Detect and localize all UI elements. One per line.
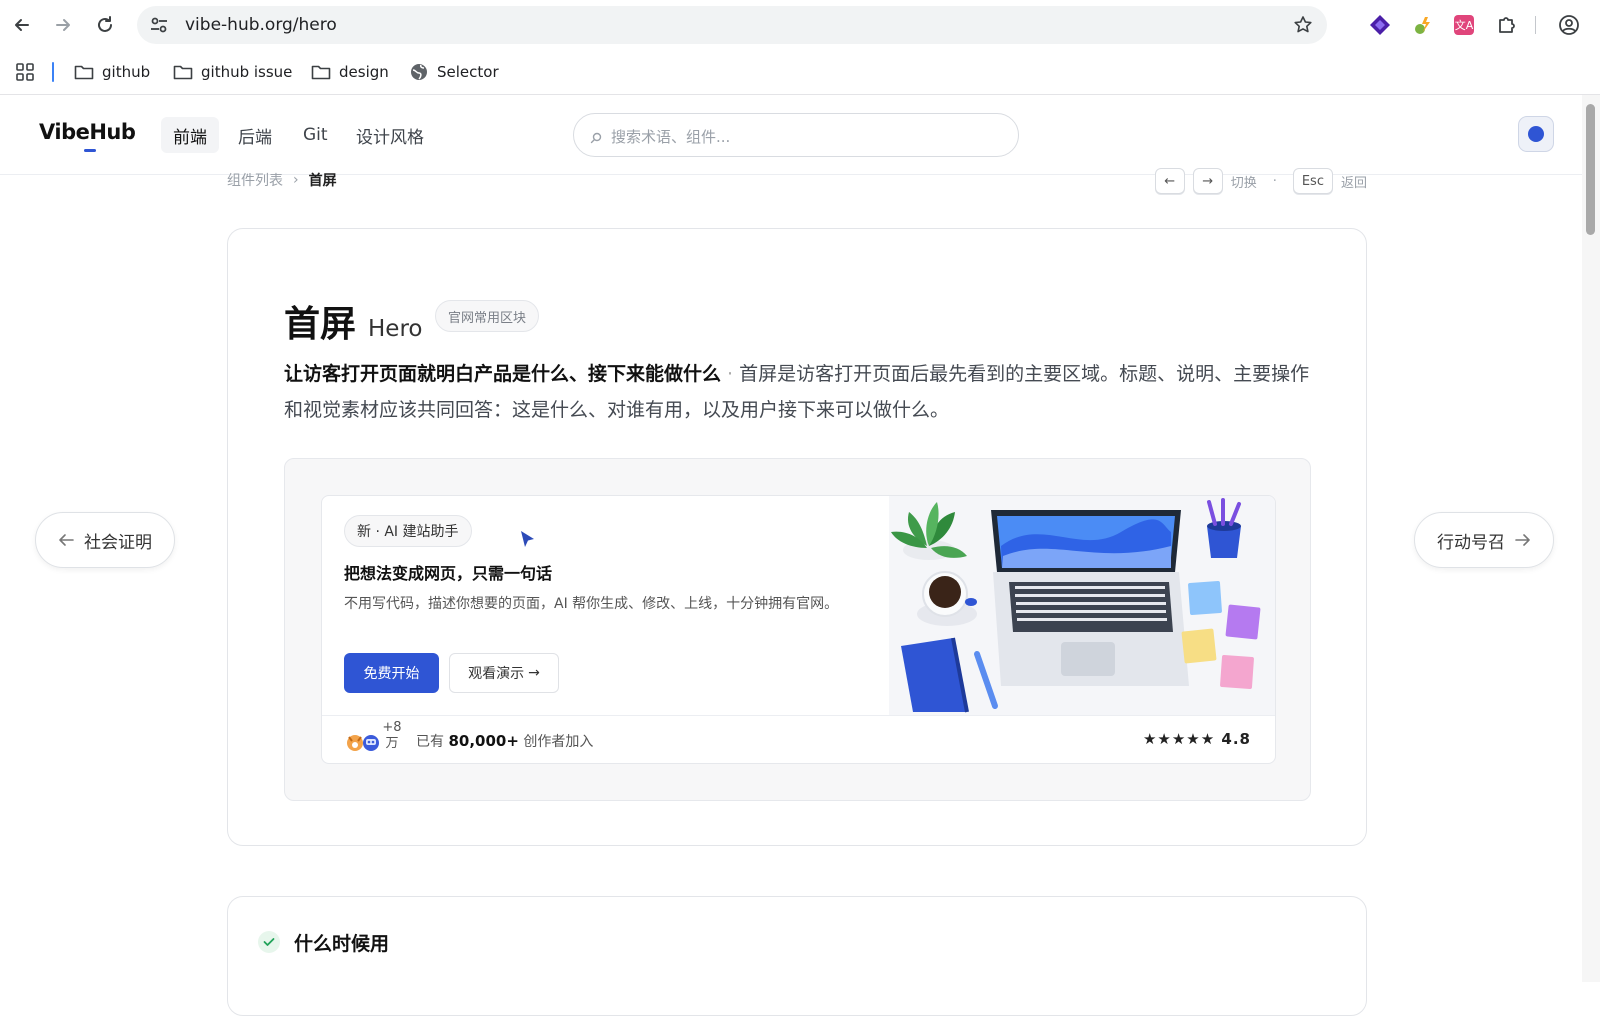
bookmark-github[interactable]: github: [74, 59, 150, 85]
breadcrumb-parent[interactable]: 组件列表: [227, 170, 283, 190]
arrow-left-icon: [59, 534, 74, 546]
logo-underline: [84, 149, 96, 152]
globe-icon: [411, 64, 427, 80]
check-icon: [258, 931, 280, 953]
join-count-text: 已有 80,000+ 创作者加入: [416, 731, 593, 751]
back-label: 返回: [1340, 175, 1367, 191]
nav-design-style[interactable]: 设计风格: [344, 117, 436, 153]
avatar-overflow-count: +8万: [382, 720, 402, 751]
watch-demo-label: 观看演示: [468, 666, 525, 682]
hero-illustration: [889, 496, 1275, 715]
mouse-cursor-icon: [521, 531, 534, 547]
desk-illustration-icon: [891, 498, 1261, 713]
breadcrumb: 组件列表 › 首屏: [227, 170, 337, 190]
join-prefix: 已有: [416, 734, 444, 750]
svg-text:文A: 文A: [1455, 18, 1474, 32]
reload-icon: [98, 16, 112, 32]
nav-git[interactable]: Git: [291, 117, 340, 153]
hero-mockup-text: 新 · AI 建站助手 把想法变成网页，只需一句话 不用写代码，描述你想要的页面…: [322, 496, 889, 715]
folder-icon: [173, 65, 193, 80]
bookmark-label: Selector: [437, 63, 499, 81]
next-component-button[interactable]: 行动号召: [1414, 512, 1554, 568]
search-placeholder: 搜索术语、组件...: [611, 128, 731, 146]
keyboard-hints: ← → 切换 · Esc 返回: [1154, 168, 1367, 194]
hero-headline: 把想法变成网页，只需一句话: [344, 564, 553, 583]
prev-component-button[interactable]: 社会证明: [35, 512, 175, 568]
bookmark-github-issue[interactable]: github issue: [173, 59, 292, 85]
nav-frontend[interactable]: 前端: [161, 117, 219, 153]
bookmark-label: github: [102, 63, 151, 81]
folder-icon: [311, 65, 331, 80]
site-logo[interactable]: VibeHub: [39, 120, 136, 144]
extension-translate-icon[interactable]: 文A: [1451, 12, 1477, 38]
arrow-left-icon: [15, 19, 29, 31]
section-title: 什么时候用: [294, 933, 390, 955]
next-component-label: 行动号召: [1437, 532, 1505, 553]
page-title-en: Hero: [368, 316, 423, 342]
lead-separator: ·: [727, 363, 734, 385]
bookmarks-divider: [52, 62, 54, 82]
kbd-next[interactable]: →: [1192, 168, 1223, 194]
search-icon: [590, 129, 602, 148]
hero-subtext: 不用写代码，描述你想要的页面，AI 帮你生成、修改、上线，十分钟拥有官网。: [344, 596, 839, 612]
reload-button[interactable]: [93, 13, 117, 37]
bookmarks-bar: github github issue design Selector: [0, 50, 1600, 94]
bookmark-selector[interactable]: Selector: [409, 59, 499, 85]
page-title-zh: 首屏: [284, 304, 357, 345]
address-bar[interactable]: vibe-hub.org/hero: [137, 6, 1327, 44]
social-proof-strip: +8万 已有 80,000+ 创作者加入 ★★★★★ 4.8: [322, 715, 1275, 763]
extension-diamond-icon[interactable]: [1367, 12, 1393, 38]
free-start-button[interactable]: 免费开始: [344, 653, 439, 693]
category-tag: 官网常用区块: [435, 300, 540, 332]
prev-component-label: 社会证明: [84, 532, 152, 553]
breadcrumb-chevron-icon: ›: [293, 172, 299, 188]
apps-grid-icon[interactable]: [15, 59, 35, 85]
arrow-right-icon: [56, 19, 70, 31]
forward-button[interactable]: [51, 13, 75, 37]
toolbar-divider: [1535, 16, 1536, 34]
extensions-puzzle-icon[interactable]: [1494, 12, 1520, 38]
folder-icon: [74, 65, 94, 80]
rating: ★★★★★ 4.8: [1143, 730, 1251, 748]
bookmark-design[interactable]: design: [311, 59, 389, 85]
scrollbar-thumb[interactable]: [1586, 104, 1595, 235]
extension-bolt-icon[interactable]: [1410, 12, 1436, 38]
announcement-pill[interactable]: 新 · AI 建站助手: [344, 515, 472, 547]
url-text[interactable]: vibe-hub.org/hero: [185, 15, 337, 35]
site-header: VibeHub 前端 后端 Git 设计风格 搜索术语、组件...: [0, 95, 1582, 175]
search-input[interactable]: 搜索术语、组件...: [573, 113, 1019, 157]
bookmark-label: design: [339, 63, 389, 81]
join-suffix: 创作者加入: [523, 734, 594, 750]
nav-backend[interactable]: 后端: [226, 117, 284, 153]
back-button[interactable]: [10, 13, 34, 37]
rating-value: 4.8: [1221, 730, 1251, 748]
hint-separator: ·: [1272, 173, 1277, 189]
kbd-esc[interactable]: Esc: [1292, 168, 1333, 194]
page-title: 首屏 Hero: [284, 295, 422, 347]
profile-icon[interactable]: [1556, 12, 1582, 38]
arrow-right-icon: [1515, 534, 1530, 546]
browser-chrome: vibe-hub.org/hero 文A github github issue…: [0, 0, 1600, 95]
hero-mockup: 新 · AI 建站助手 把想法变成网页，只需一句话 不用写代码，描述你想要的页面…: [321, 495, 1276, 764]
bookmark-label: github issue: [201, 63, 293, 81]
watch-demo-button[interactable]: 观看演示 →: [449, 653, 559, 693]
join-count: 80,000+: [448, 732, 519, 750]
page-description: 让访客打开页面就明白产品是什么、接下来能做什么 · 首屏是访客打开页面后最先看到的主…: [284, 356, 1316, 428]
lead-bold: 让访客打开页面就明白产品是什么、接下来能做什么: [284, 363, 722, 385]
hero-preview-frame: 新 · AI 建站助手 把想法变成网页，只需一句话 不用写代码，描述你想要的页面…: [284, 458, 1311, 801]
site-settings-icon[interactable]: [149, 16, 169, 38]
star-icons: ★★★★★: [1142, 730, 1216, 748]
theme-dot-icon: [1528, 126, 1544, 142]
theme-toggle-button[interactable]: [1518, 116, 1554, 152]
browser-toolbar: vibe-hub.org/hero 文A: [0, 0, 1600, 50]
bookmark-star-icon[interactable]: [1293, 15, 1313, 39]
arrow-right-icon: →: [528, 665, 540, 681]
breadcrumb-current: 首屏: [308, 173, 337, 189]
component-card: 首屏 Hero 官网常用区块 让访客打开页面就明白产品是什么、接下来能做什么 · 首…: [227, 228, 1367, 846]
kbd-prev[interactable]: ←: [1154, 168, 1185, 194]
when-to-use-section: 什么时候用: [227, 896, 1367, 1016]
switch-label: 切换: [1230, 175, 1257, 191]
